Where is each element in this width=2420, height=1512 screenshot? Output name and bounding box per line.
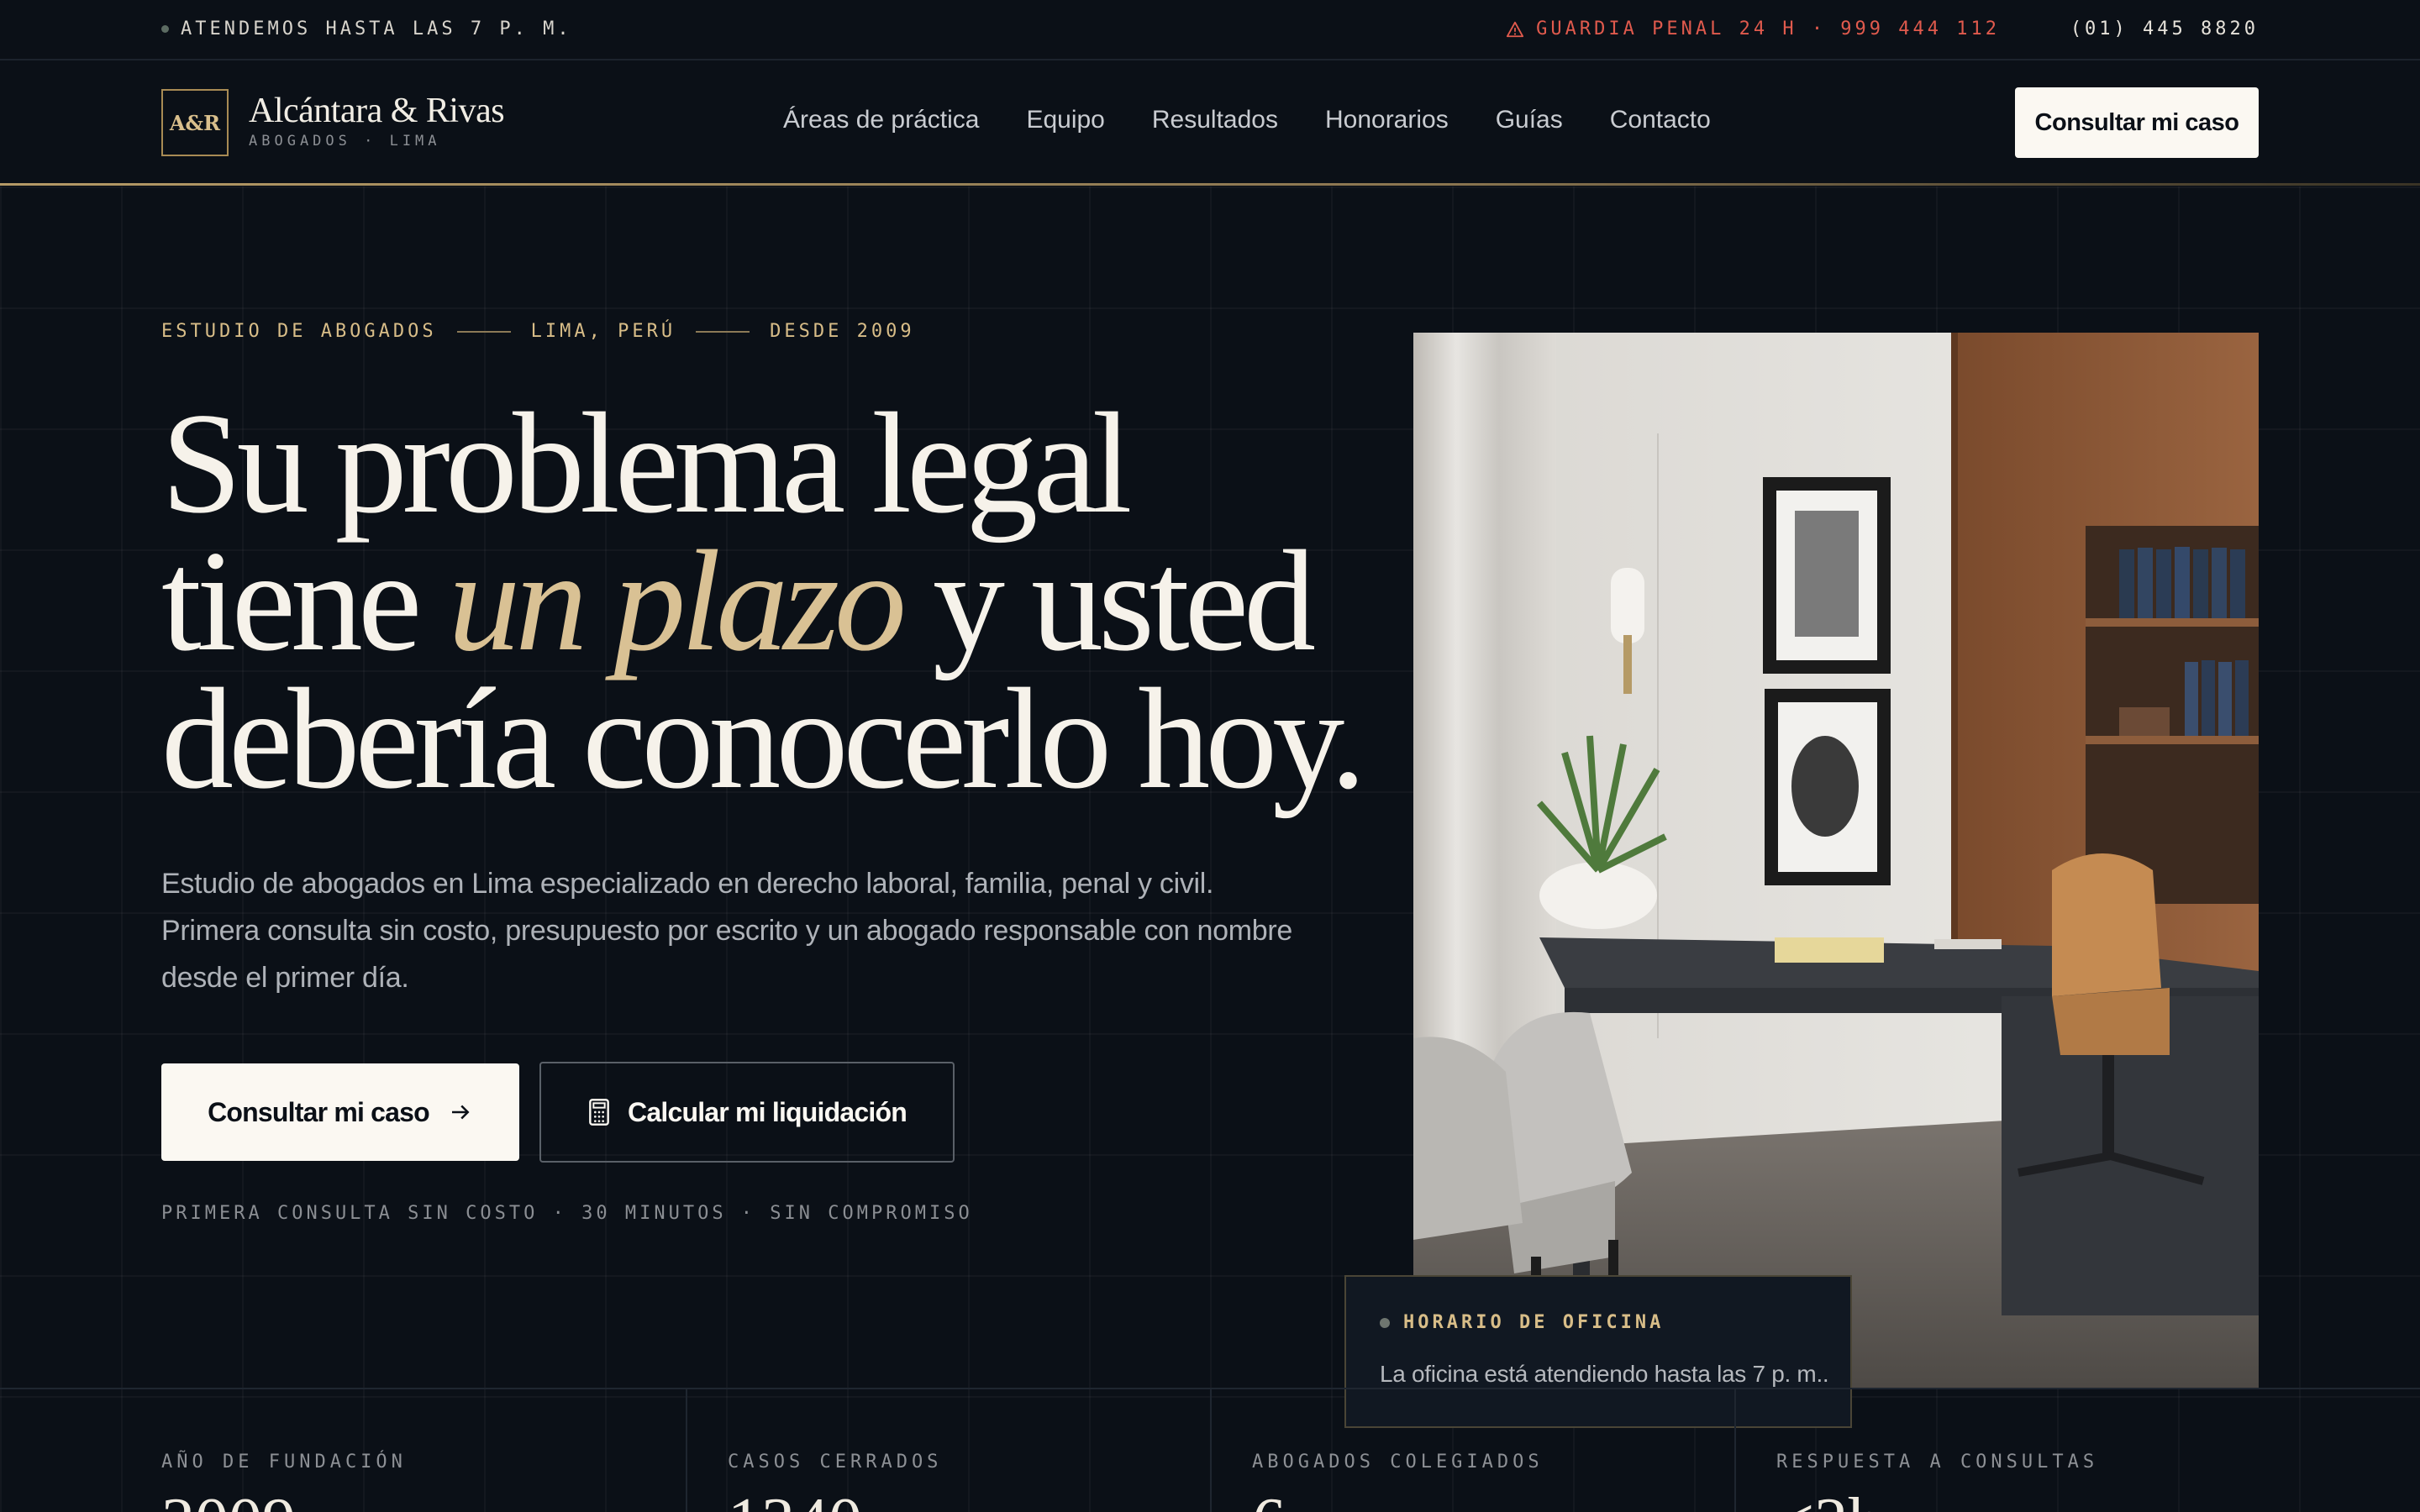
- hours-card-title-text: HORARIO DE OFICINA: [1403, 1312, 1665, 1333]
- brand-subtitle: ABOGADOS · LIMA: [249, 133, 441, 150]
- hours-card-text: La oficina está atendiendo hasta las 7 p…: [1380, 1361, 1829, 1387]
- stat-label: CASOS CERRADOS: [728, 1452, 943, 1473]
- headline-line-3: debería conocerlo hoy.: [161, 659, 1366, 819]
- stat-label: RESPUESTA A CONSULTAS: [1776, 1452, 2099, 1473]
- arrow-right-icon: [451, 1105, 470, 1120]
- criminal-guard-hotline[interactable]: GUARDIA PENAL 24 H · 999 444 112: [1506, 18, 2000, 39]
- stat-value: 2009: [161, 1488, 296, 1512]
- status-dot-icon: [161, 25, 169, 33]
- nav-links: Áreas de práctica Equipo Resultados Hono…: [783, 106, 1711, 134]
- top-info-bar: ATENDEMOS HASTA LAS 7 P. M. GUARDIA PENA…: [0, 0, 2420, 60]
- office-hours-text: ATENDEMOS HASTA LAS 7 P. M.: [181, 18, 572, 39]
- hero-consult-button[interactable]: Consultar mi caso: [161, 1063, 519, 1161]
- office-illustration: [1413, 333, 2259, 1388]
- stats-bar: AÑO DE FUNDACIÓN 2009 CASOS CERRADOS 134…: [0, 1388, 2420, 1512]
- brand-name[interactable]: Alcántara & Rivas: [249, 91, 505, 131]
- headline-accent: un plazo: [448, 522, 907, 681]
- office-phone-link[interactable]: (01) 445 8820: [2070, 18, 2259, 39]
- headline-line-2a: tiene: [161, 522, 449, 681]
- logo-mark[interactable]: A&R: [161, 89, 229, 156]
- stat-label: ABOGADOS COLEGIADOS: [1252, 1452, 1544, 1473]
- nav-link-contact[interactable]: Contacto: [1610, 106, 1711, 134]
- calculate-liquidation-button[interactable]: Calcular mi liquidación: [539, 1062, 955, 1163]
- nav-consult-button[interactable]: Consultar mi caso: [2015, 87, 2259, 158]
- stat-value: <2h: [1776, 1488, 1881, 1512]
- hero-lead: Estudio de abogados en Lima especializad…: [161, 868, 1293, 994]
- nav-link-practice-areas[interactable]: Áreas de práctica: [783, 106, 979, 134]
- headline-line-2b: y usted: [902, 522, 1316, 681]
- hero-headline: Su problema legal tiene un plazo y usted…: [161, 391, 1388, 811]
- eyebrow-location: LIMA, PERÚ: [530, 321, 676, 342]
- main-navigation: A&R Alcántara & Rivas ABOGADOS · LIMA Ár…: [0, 60, 2420, 186]
- guard-hotline-text: GUARDIA PENAL 24 H · 999 444 112: [1536, 18, 2000, 39]
- stat-label: AÑO DE FUNDACIÓN: [161, 1452, 407, 1473]
- calculator-icon: [589, 1099, 609, 1126]
- hero-consult-label: Consultar mi caso: [208, 1096, 430, 1127]
- stat-value: 1340: [728, 1488, 862, 1512]
- hero-eyebrow: ESTUDIO DE ABOGADOS LIMA, PERÚ DESDE 200…: [161, 321, 915, 342]
- eyebrow-firm-type: ESTUDIO DE ABOGADOS: [161, 321, 437, 342]
- stats-divider: [1210, 1389, 1212, 1512]
- stats-divider: [686, 1389, 687, 1512]
- eyebrow-separator: [696, 330, 750, 333]
- headline-line-1: Su problema legal: [161, 384, 1132, 543]
- nav-link-results[interactable]: Resultados: [1152, 106, 1278, 134]
- hero-reassurance: PRIMERA CONSULTA SIN COSTO · 30 MINUTOS …: [161, 1203, 973, 1224]
- nav-link-fees[interactable]: Honorarios: [1325, 106, 1449, 134]
- status-dot-icon: [1380, 1317, 1390, 1328]
- calculate-liquidation-label: Calcular mi liquidación: [628, 1096, 908, 1127]
- nav-link-guides[interactable]: Guías: [1496, 106, 1563, 134]
- warning-triangle-icon: [1507, 21, 1524, 37]
- nav-divider: [0, 183, 2420, 186]
- eyebrow-separator: [456, 330, 511, 333]
- stats-divider: [1734, 1389, 1736, 1512]
- office-hours-notice: ATENDEMOS HASTA LAS 7 P. M.: [161, 18, 572, 39]
- hours-card-title: HORARIO DE OFICINA: [1380, 1312, 1664, 1333]
- office-photo: [1413, 333, 2259, 1388]
- nav-link-team[interactable]: Equipo: [1026, 106, 1104, 134]
- eyebrow-since: DESDE 2009: [770, 321, 915, 342]
- stat-value: 6: [1252, 1488, 1286, 1512]
